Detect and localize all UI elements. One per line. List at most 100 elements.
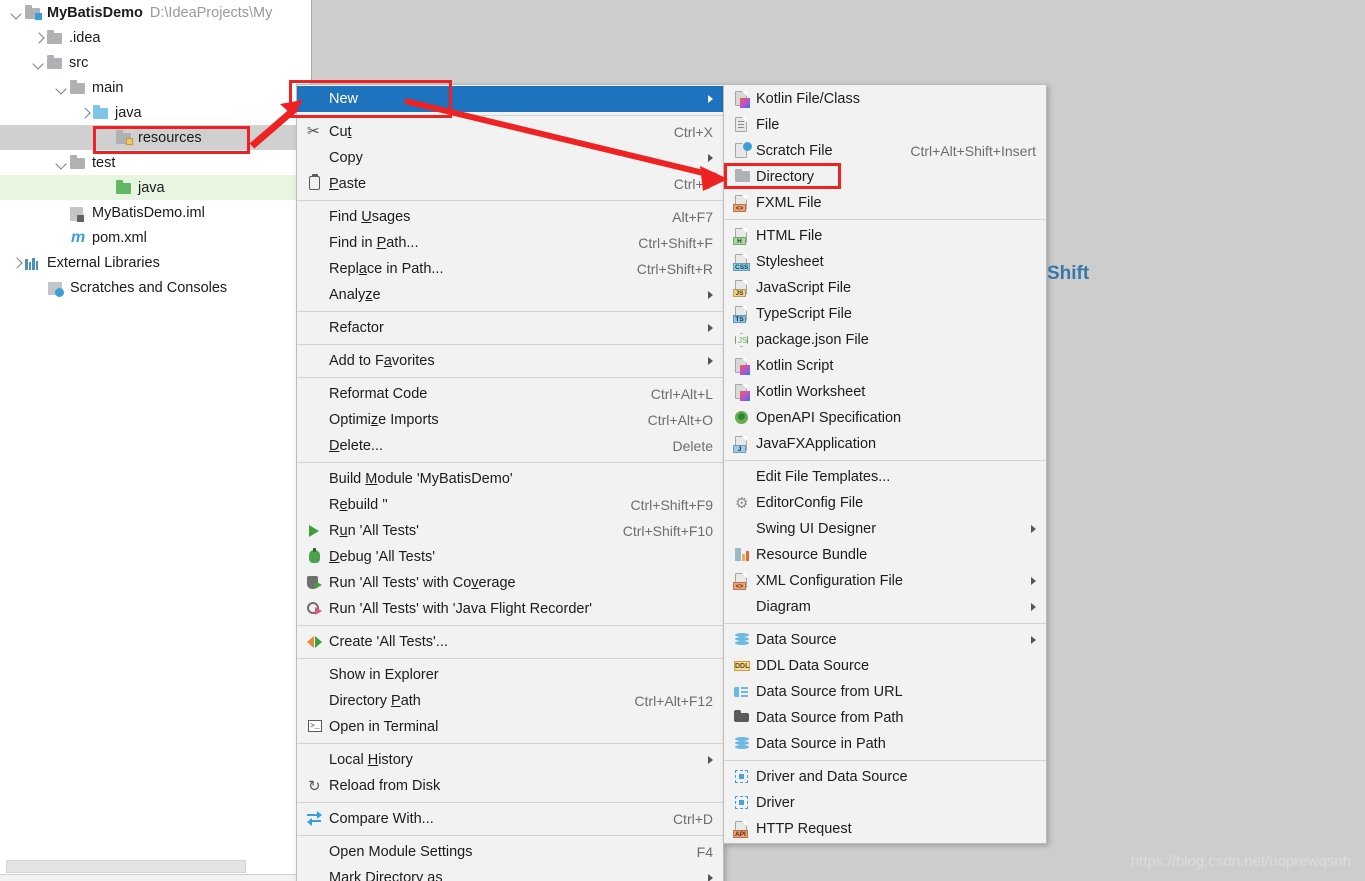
menu-item-xml-configuration-file[interactable]: <> XML Configuration File — [724, 568, 1046, 594]
menu-item-kotlin-worksheet[interactable]: Kotlin Worksheet — [724, 379, 1046, 405]
menu-item-reload-from-disk[interactable]: ↻ Reload from Disk — [297, 773, 723, 799]
menu-item-label: Data Source in Path — [756, 736, 886, 752]
scrollbar-thumb[interactable] — [6, 860, 246, 873]
http-request-icon: API — [732, 820, 752, 838]
menu-item-http-request[interactable]: API HTTP Request — [724, 816, 1046, 842]
menu-item-delete[interactable]: Delete... Delete — [297, 433, 723, 459]
tree-row-scratches-and-consoles[interactable]: Scratches and Consoles — [0, 275, 311, 300]
menu-item-debug-all-tests[interactable]: Debug 'All Tests' — [297, 544, 723, 570]
tree-row-idea[interactable]: .idea — [0, 25, 311, 50]
scratches-icon — [47, 280, 65, 297]
menu-item-diagram[interactable]: Diagram — [724, 594, 1046, 620]
project-tree-panel[interactable]: MyBatisDemo D:\IdeaProjects\My .idea src mai… — [0, 0, 312, 881]
menu-item-javascript-file[interactable]: JS JavaScript File — [724, 275, 1046, 301]
tree-row-java[interactable]: java — [0, 175, 311, 200]
chevron-right-icon[interactable] — [78, 106, 92, 120]
tree-row-pom-xml[interactable]: m pom.xml — [0, 225, 311, 250]
menu-item-show-in-explorer[interactable]: Show in Explorer — [297, 662, 723, 688]
menu-item-run-all-tests-with-java-flight-recorder[interactable]: Run 'All Tests' with 'Java Flight Record… — [297, 596, 723, 622]
menu-item-mark-directory-as[interactable]: Mark Directory as — [297, 865, 723, 881]
menu-item-optimize-imports[interactable]: Optimize Imports Ctrl+Alt+O — [297, 407, 723, 433]
css-file-icon: CSS — [732, 253, 752, 271]
menu-item-run-all-tests-with-coverage[interactable]: Run 'All Tests' with Coverage — [297, 570, 723, 596]
menu-item-javafxapplication[interactable]: J JavaFXApplication — [724, 431, 1046, 457]
menu-item-paste[interactable]: Paste Ctrl+V — [297, 171, 723, 197]
menu-item-open-module-settings[interactable]: Open Module Settings F4 — [297, 839, 723, 865]
menu-item-find-in-path[interactable]: Find in Path... Ctrl+Shift+F — [297, 230, 723, 256]
chevron-down-icon[interactable] — [32, 56, 46, 70]
menu-item-shortcut: Ctrl+X — [673, 124, 713, 140]
xml-file-icon: <> — [732, 572, 752, 590]
menu-item-find-usages[interactable]: Find Usages Alt+F7 — [297, 204, 723, 230]
menu-item-add-to-favorites[interactable]: Add to Favorites — [297, 348, 723, 374]
menu-item-build-module-mybatisdemo[interactable]: Build Module 'MyBatisDemo' — [297, 466, 723, 492]
menu-item-directory-path[interactable]: Directory Path Ctrl+Alt+F12 — [297, 688, 723, 714]
menu-item-open-in-terminal[interactable]: >_ Open in Terminal — [297, 714, 723, 740]
menu-item-reformat-code[interactable]: Reformat Code Ctrl+Alt+L — [297, 381, 723, 407]
menu-item-analyze[interactable]: Analyze — [297, 282, 723, 308]
tree-row-mybatisdemo[interactable]: MyBatisDemo D:\IdeaProjects\My — [0, 0, 311, 25]
menu-item-ddl-data-source[interactable]: DDL DDL Data Source — [724, 653, 1046, 679]
menu-item-editorconfig-file[interactable]: ⚙ EditorConfig File — [724, 490, 1046, 516]
menu-item-label: JavaScript File — [756, 280, 852, 296]
chevron-down-icon[interactable] — [55, 156, 69, 170]
menu-separator — [724, 760, 1046, 761]
menu-item-label: Edit File Templates... — [756, 469, 891, 485]
menu-item-swing-ui-designer[interactable]: Swing UI Designer — [724, 516, 1046, 542]
javafx-icon: J — [732, 435, 752, 453]
menu-item-replace-in-path[interactable]: Replace in Path... Ctrl+Shift+R — [297, 256, 723, 282]
tree-row-main[interactable]: main — [0, 75, 311, 100]
tree-row-mybatisdemo-iml[interactable]: MyBatisDemo.iml — [0, 200, 311, 225]
menu-item-edit-file-templates[interactable]: Edit File Templates... — [724, 464, 1046, 490]
tree-row-resources[interactable]: resources — [0, 125, 311, 150]
menu-item-fxml-file[interactable]: <> FXML File — [724, 190, 1046, 216]
menu-item-resource-bundle[interactable]: Resource Bundle — [724, 542, 1046, 568]
tree-row-src[interactable]: src — [0, 50, 311, 75]
menu-item-data-source-from-path[interactable]: Data Source from Path — [724, 705, 1046, 731]
new-submenu[interactable]: Kotlin File/Class File Scratch File Ctrl+Al… — [723, 84, 1047, 844]
nodejs-icon: JS — [732, 331, 752, 349]
menu-item-kotlin-script[interactable]: Kotlin Script — [724, 353, 1046, 379]
menu-item-new[interactable]: New — [297, 86, 723, 112]
menu-item-copy[interactable]: Copy — [297, 145, 723, 171]
menu-item-label: Refactor — [329, 320, 384, 336]
menu-item-label: Diagram — [756, 599, 811, 615]
menu-item-openapi-specification[interactable]: OpenAPI Specification — [724, 405, 1046, 431]
menu-item-refactor[interactable]: Refactor — [297, 315, 723, 341]
tree-row-test[interactable]: test — [0, 150, 311, 175]
chevron-down-icon[interactable] — [10, 6, 24, 20]
menu-item-compare-with[interactable]: Compare With... Ctrl+D — [297, 806, 723, 832]
menu-item-local-history[interactable]: Local History — [297, 747, 723, 773]
chevron-right-icon[interactable] — [10, 256, 24, 270]
menu-item-scratch-file[interactable]: Scratch File Ctrl+Alt+Shift+Insert — [724, 138, 1046, 164]
menu-item-run-all-tests[interactable]: Run 'All Tests' Ctrl+Shift+F10 — [297, 518, 723, 544]
resource-bundle-icon — [732, 546, 752, 564]
menu-item-data-source-in-path[interactable]: Data Source in Path — [724, 731, 1046, 757]
menu-item-stylesheet[interactable]: CSS Stylesheet — [724, 249, 1046, 275]
menu-item-data-source-from-url[interactable]: Data Source from URL — [724, 679, 1046, 705]
menu-item-file[interactable]: File — [724, 112, 1046, 138]
menu-item-kotlin-file-class[interactable]: Kotlin File/Class — [724, 86, 1046, 112]
chevron-down-icon[interactable] — [55, 81, 69, 95]
tree-horizontal-scrollbar[interactable] — [6, 860, 304, 873]
tree-row-java[interactable]: java — [0, 100, 311, 125]
menu-item-directory[interactable]: Directory — [724, 164, 1046, 190]
menu-item-data-source[interactable]: Data Source — [724, 627, 1046, 653]
menu-icon-none — [305, 234, 325, 252]
menu-item-label: Run 'All Tests' — [329, 523, 419, 539]
menu-item-cut[interactable]: ✂ Cut Ctrl+X — [297, 119, 723, 145]
chevron-right-icon[interactable] — [32, 31, 46, 45]
menu-item-package-json-file[interactable]: JS package.json File — [724, 327, 1046, 353]
menu-item-create-all-tests[interactable]: Create 'All Tests'... — [297, 629, 723, 655]
context-menu[interactable]: New ✂ Cut Ctrl+X Copy Paste Ctrl+V Find Usages A… — [296, 84, 724, 881]
tree-row-external-libraries[interactable]: External Libraries — [0, 250, 311, 275]
menu-item-html-file[interactable]: H HTML File — [724, 223, 1046, 249]
menu-item-typescript-file[interactable]: TS TypeScript File — [724, 301, 1046, 327]
terminal-icon: >_ — [305, 718, 325, 736]
menu-item-driver-and-data-source[interactable]: Driver and Data Source — [724, 764, 1046, 790]
folder-icon — [69, 80, 87, 96]
menu-item-rebuild-default[interactable]: Rebuild '' Ctrl+Shift+F9 — [297, 492, 723, 518]
submenu-arrow-icon — [708, 324, 713, 332]
menu-item-driver[interactable]: Driver — [724, 790, 1046, 816]
